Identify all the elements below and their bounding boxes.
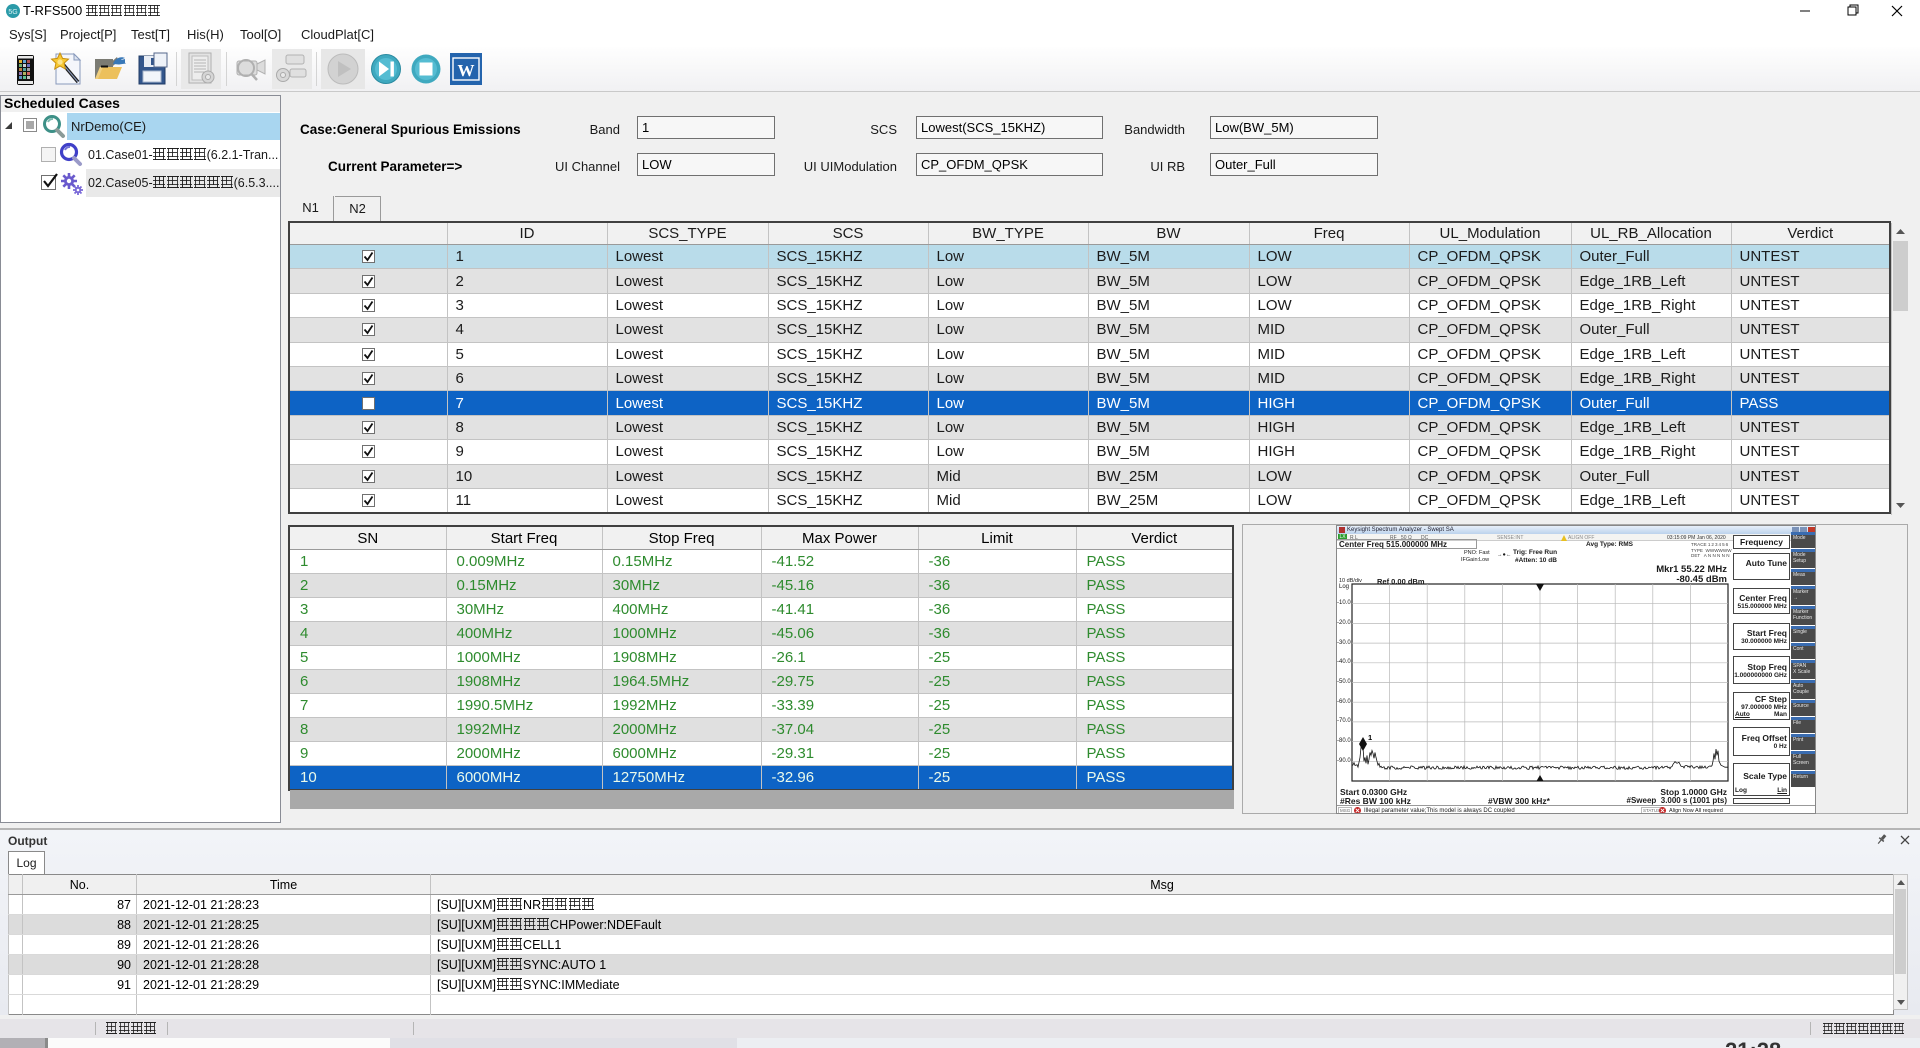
svg-text:1: 1 <box>1368 733 1372 742</box>
svg-text:5G: 5G <box>8 9 17 16</box>
svg-text:W: W <box>458 61 475 80</box>
